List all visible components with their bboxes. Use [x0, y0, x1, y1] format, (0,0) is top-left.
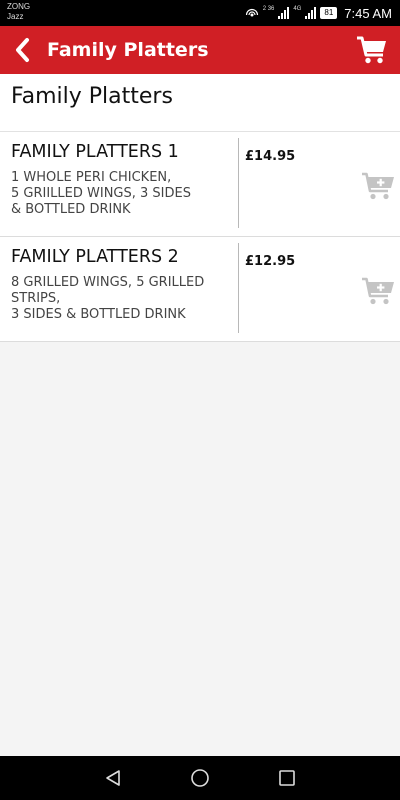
status-icons: 2 36 4G 81 7:45 AM — [245, 0, 392, 26]
product-item[interactable]: FAMILY PLATTERS 1 1 WHOLE PERI CHICKEN, … — [0, 132, 400, 237]
product-price: £14.95 — [245, 149, 296, 164]
shopping-cart-icon — [357, 36, 386, 64]
page-title: Family Platters — [11, 84, 173, 109]
battery-icon: 81 — [320, 7, 338, 19]
cart-button[interactable] — [352, 30, 392, 70]
hotspot-icon — [245, 8, 258, 17]
app-bar-title: Family Platters — [47, 39, 209, 61]
nav-home-button[interactable] — [180, 758, 220, 798]
circle-home-icon — [191, 769, 209, 787]
product-description: 1 WHOLE PERI CHICKEN, 5 GRIILLED WINGS, … — [11, 170, 191, 217]
carrier-1: ZONG — [7, 2, 31, 11]
square-recents-icon — [278, 770, 295, 786]
product-list: FAMILY PLATTERS 1 1 WHOLE PERI CHICKEN, … — [0, 132, 400, 342]
status-bar: ZONG Jazz 2 36 4G 81 7:45 AM — [0, 0, 400, 26]
add-to-cart-icon[interactable] — [361, 275, 395, 307]
signal-2-icon — [305, 7, 317, 19]
carrier-info: ZONG Jazz — [7, 2, 30, 22]
add-to-cart-icon[interactable] — [361, 170, 395, 202]
product-name: FAMILY PLATTERS 2 — [11, 247, 179, 267]
page-heading: Family Platters — [0, 74, 400, 132]
signal-2-label: 4G — [293, 6, 302, 12]
nav-recents-button[interactable] — [267, 758, 307, 798]
back-button[interactable] — [4, 30, 40, 70]
divider — [238, 243, 239, 333]
signal-1-label: 2 36 — [262, 6, 275, 12]
system-nav-bar — [0, 756, 400, 800]
carrier-2: Jazz — [7, 12, 24, 21]
signal-1-icon — [278, 7, 290, 19]
product-description: 8 GRILLED WINGS, 5 GRILLED STRIPS, 3 SID… — [11, 275, 205, 322]
product-price: £12.95 — [245, 254, 296, 269]
divider — [238, 138, 239, 228]
triangle-back-icon — [106, 770, 121, 786]
product-item[interactable]: FAMILY PLATTERS 2 8 GRILLED WINGS, 5 GRI… — [0, 237, 400, 342]
nav-back-button[interactable] — [93, 758, 133, 798]
app-bar: Family Platters — [0, 26, 400, 74]
clock: 7:45 AM — [344, 5, 392, 21]
product-name: FAMILY PLATTERS 1 — [11, 142, 179, 162]
chevron-left-icon — [16, 38, 29, 62]
